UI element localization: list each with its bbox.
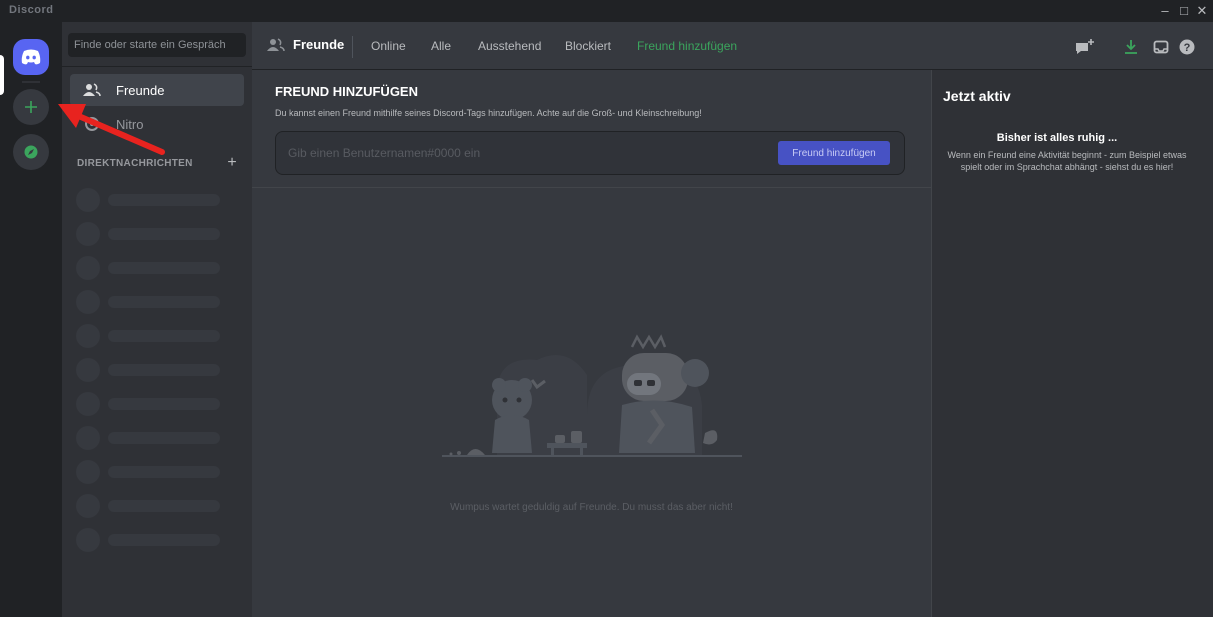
dm-header-label: DIREKTNACHRICHTEN [77, 158, 193, 169]
add-friend-description: Du kannst einen Freund mithilfe seines D… [275, 108, 702, 118]
sidebar-item-friends[interactable]: Freunde [70, 74, 244, 106]
tab-blocked[interactable]: Blockiert [565, 39, 611, 53]
tab-online[interactable]: Online [371, 39, 406, 53]
main-content: FREUND HINZUFÜGEN Du kannst einen Freund… [252, 70, 931, 617]
download-icon[interactable] [1120, 36, 1142, 58]
svg-text:?: ? [1184, 42, 1191, 54]
send-friend-request-button[interactable]: Freund hinzufügen [778, 141, 890, 165]
create-dm-button[interactable]: + [227, 154, 237, 172]
page-title-label: Freunde [293, 37, 345, 52]
add-friend-form: Freund hinzufügen [275, 131, 905, 175]
add-friend-section: FREUND HINZUFÜGEN Du kannst einen Freund… [252, 70, 931, 188]
wumpus-illustration [442, 334, 742, 457]
plus-icon [25, 101, 37, 113]
inbox-icon[interactable] [1150, 36, 1172, 58]
add-server-button[interactable] [13, 89, 49, 125]
dm-placeholder [76, 254, 226, 282]
minimize-button[interactable]: – [1157, 3, 1173, 18]
dm-sidebar: Freunde Nitro DIREKTNACHRICHTEN + [62, 22, 252, 617]
dm-placeholder [76, 458, 226, 486]
new-group-dm-icon[interactable] [1074, 36, 1096, 58]
dm-placeholder [76, 390, 226, 418]
tab-all[interactable]: Alle [431, 39, 451, 53]
friends-icon [80, 80, 104, 100]
dm-placeholder [76, 492, 226, 520]
dm-section-header: DIREKTNACHRICHTEN + [77, 154, 247, 174]
active-now-panel: Jetzt aktiv Bisher ist alles ruhig ... W… [931, 70, 1213, 617]
sidebar-item-nitro[interactable]: Nitro [70, 108, 244, 140]
maximize-button[interactable]: □ [1176, 3, 1192, 18]
active-now-body: Wenn ein Freund eine Aktivität beginnt -… [947, 150, 1187, 172]
compass-icon [24, 145, 38, 159]
explore-servers-button[interactable] [13, 134, 49, 170]
home-button[interactable] [13, 39, 49, 75]
page-title: Freunde [267, 37, 344, 52]
dm-placeholder [76, 288, 226, 316]
active-now-subtitle: Bisher ist alles ruhig ... [996, 132, 1118, 144]
rail-separator [22, 81, 40, 83]
selected-indicator [0, 55, 4, 95]
active-now-title: Jetzt aktiv [943, 88, 1011, 104]
app-title: Discord [9, 4, 54, 16]
username-input[interactable] [288, 141, 758, 165]
close-button[interactable]: ✕ [1194, 3, 1210, 19]
search-bar [62, 22, 252, 67]
server-rail [0, 22, 62, 617]
dm-placeholder [76, 526, 226, 554]
add-friend-title: FREUND HINZUFÜGEN [275, 84, 418, 99]
help-icon[interactable]: ? [1176, 36, 1198, 58]
empty-state-text: Wumpus wartet geduldig auf Freunde. Du m… [450, 502, 733, 513]
dm-placeholder [76, 220, 226, 248]
dm-placeholder [76, 322, 226, 350]
search-input[interactable] [68, 33, 246, 57]
nitro-icon [80, 114, 104, 134]
sidebar-item-label: Freunde [116, 82, 165, 98]
discord-logo-icon [21, 49, 41, 65]
dm-placeholder [76, 186, 226, 214]
tab-add-friend[interactable]: Freund hinzufügen [637, 39, 737, 53]
title-bar: Discord – □ ✕ [0, 0, 1213, 22]
header-divider [352, 36, 353, 58]
dm-placeholder [76, 424, 226, 452]
tab-pending[interactable]: Ausstehend [478, 39, 541, 53]
sidebar-item-label: Nitro [116, 116, 144, 132]
friends-icon [267, 37, 285, 52]
dm-placeholder [76, 356, 226, 384]
friends-header: Freunde Online Alle Ausstehend Blockiert… [252, 22, 1213, 70]
